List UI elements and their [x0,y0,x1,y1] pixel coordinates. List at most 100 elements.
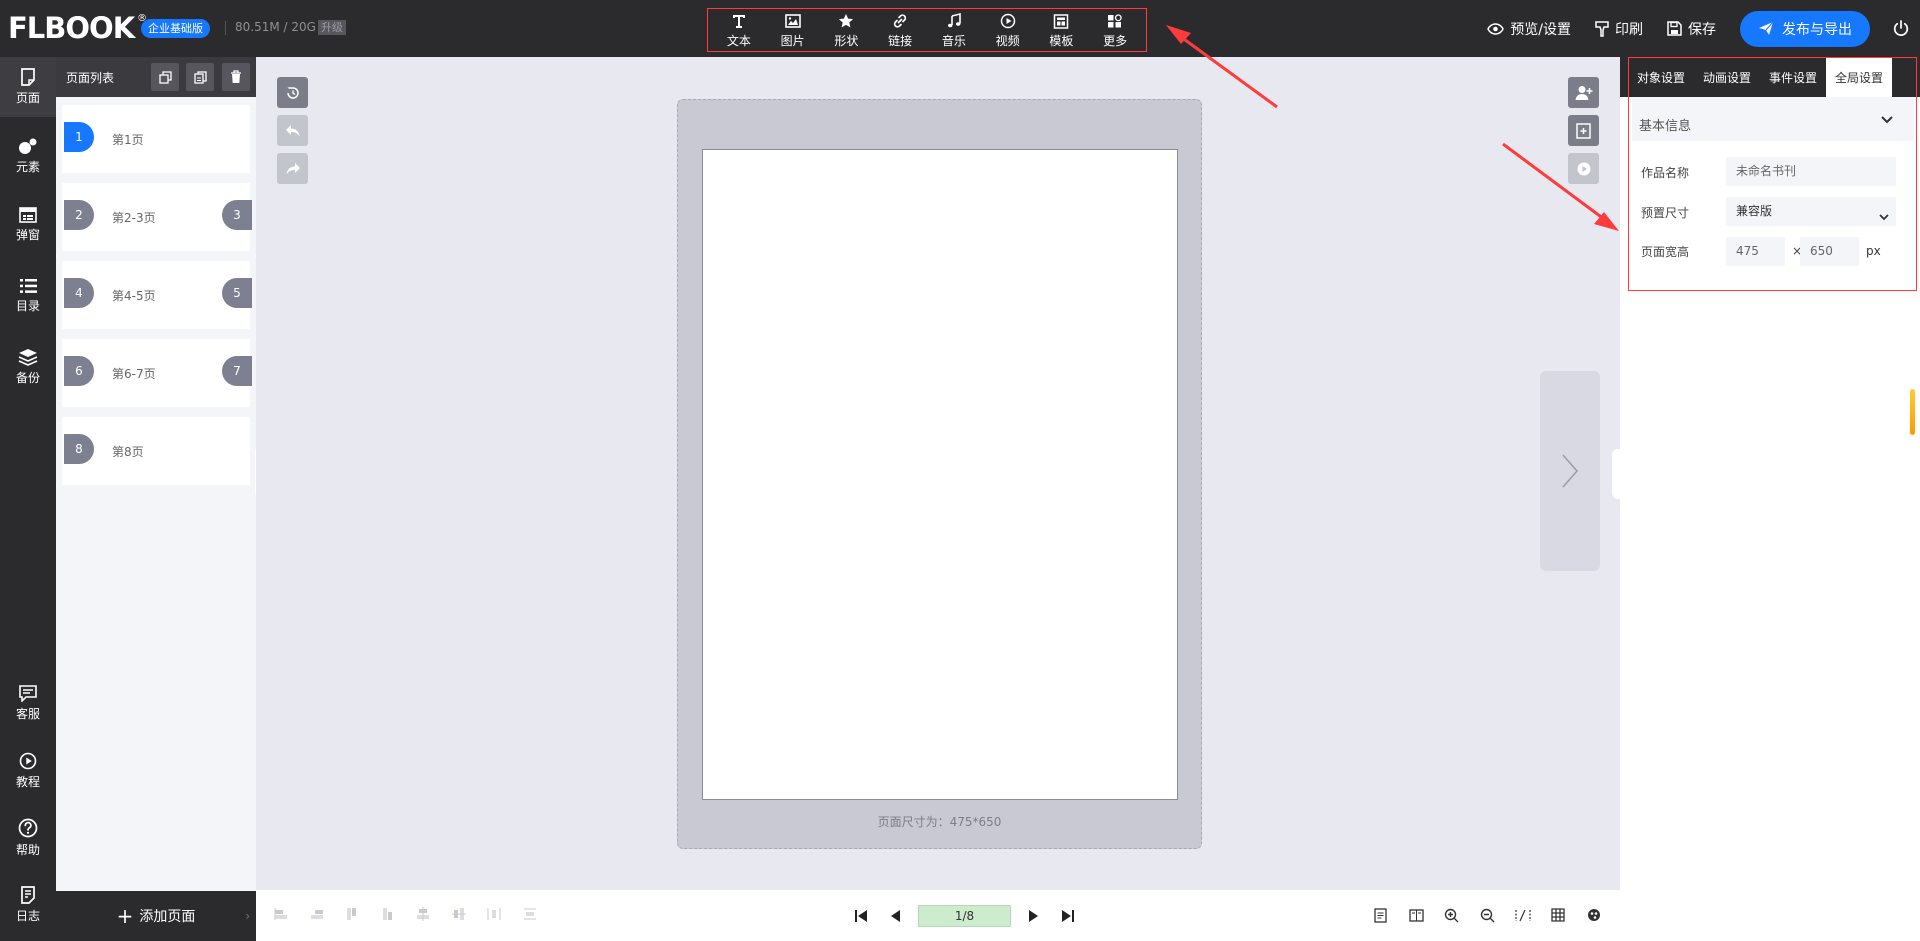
page-number-field[interactable]: 1/8 [918,905,1011,927]
tool-shape[interactable]: 形状 [820,11,872,49]
page-item[interactable]: 4 第4-5页 5 [62,261,252,329]
logo[interactable]: FLBOOK ® [8,10,147,46]
copy-icon [158,70,172,84]
sidebar-item-label: 日志 [15,909,40,923]
delete-page-button[interactable] [222,63,250,91]
add-collaborator-button[interactable] [1568,77,1599,108]
next-page-button[interactable] [1540,371,1600,571]
page-settings-button[interactable] [1568,115,1599,146]
last-page-button[interactable] [1057,906,1079,926]
first-page-button[interactable] [850,906,872,926]
popup-icon [19,207,37,223]
zoom-in-icon[interactable] [1443,907,1461,923]
print-icon [1595,20,1609,37]
sidebar-item-tutorial[interactable]: 教程 [0,741,56,801]
editable-page[interactable] [702,149,1178,800]
sidebar-item-log[interactable]: 日志 [0,875,56,935]
tab-object-settings[interactable]: 对象设置 [1628,57,1694,97]
log-icon [21,886,35,904]
chevron-right-icon [1562,454,1578,488]
tab-animation-settings[interactable]: 动画设置 [1694,57,1760,97]
history-button[interactable] [277,77,308,108]
save-button[interactable]: 保存 [1667,19,1716,39]
play-button[interactable] [1568,153,1599,184]
tool-label: 更多 [1103,34,1128,48]
sidebar-item-backup[interactable]: 备份 [0,337,56,397]
sidebar-item-help[interactable]: 帮助 [0,808,56,868]
next-page-nav-button[interactable] [1023,906,1045,926]
link-icon [892,11,908,31]
sidebar-item-toc[interactable]: 目录 [0,266,56,326]
align-bottom-icon[interactable] [381,907,399,923]
page-width-input[interactable]: 475 [1726,237,1785,266]
upgrade-button[interactable]: 升级 [318,20,346,35]
sidebar-item-pages[interactable]: 页面 [0,57,56,117]
send-icon [1759,21,1774,35]
publish-export-button[interactable]: 发布与导出 [1740,10,1870,47]
tool-link[interactable]: 链接 [874,11,926,49]
trash-icon [231,70,241,83]
prev-page-button[interactable] [884,906,906,926]
list-icon [19,279,37,293]
tool-music[interactable]: 音乐 [928,11,980,49]
duplicate-page-button[interactable] [186,63,214,91]
align-tools [274,907,558,923]
insert-toolbar: 文本 图片 形状 链接 音乐 视频 模板 更多 [707,8,1147,52]
redo-button[interactable] [277,153,308,184]
plus-icon: + [116,904,134,928]
scroll-indicator[interactable] [1910,389,1915,435]
theme-icon[interactable] [1585,907,1603,923]
page-height-input[interactable]: 650 [1800,237,1859,266]
page-number-badge: 2 [64,200,94,230]
logout-button[interactable] [1886,20,1916,37]
sidebar-item-popup[interactable]: 弹窗 [0,195,56,255]
page-item[interactable]: 8 第8页 [62,417,250,485]
print-button[interactable]: 印刷 [1595,19,1643,39]
page-item[interactable]: 6 第6-7页 7 [62,339,252,407]
undo-button[interactable] [277,115,308,146]
redo-icon [286,162,300,174]
grid-icon[interactable] [1549,907,1567,923]
page-label: 第8页 [112,445,144,459]
preset-size-select[interactable]: 兼容版 [1726,197,1896,226]
print-label: 印刷 [1615,21,1643,38]
ruler-icon[interactable] [1514,907,1532,923]
tab-event-settings[interactable]: 事件设置 [1760,57,1826,97]
align-center-v-icon[interactable] [451,907,470,923]
align-top-icon[interactable] [345,907,363,923]
page-label: 第6-7页 [112,367,156,381]
copy-page-button[interactable] [151,63,179,91]
distribute-h-icon[interactable] [487,907,505,923]
preview-settings-button[interactable]: 预览/设置 [1487,19,1571,39]
single-page-view-icon[interactable] [1372,907,1390,923]
storage-usage: 80.51M / 20G [235,20,316,34]
zoom-out-icon[interactable] [1478,907,1496,923]
tool-more[interactable]: 更多 [1089,11,1141,49]
tool-image[interactable]: 图片 [767,11,819,49]
page-number-badge: 4 [64,278,94,308]
chevron-down-icon [1878,204,1890,233]
align-center-h-icon[interactable] [416,907,434,923]
tab-global-settings[interactable]: 全局设置 [1826,57,1893,97]
chevron-down-icon[interactable] [1880,114,1894,128]
double-page-view-icon[interactable] [1407,907,1425,923]
bottom-toolbar: 1/8 [256,890,1620,941]
tool-template[interactable]: 模板 [1035,11,1087,49]
page-navigator: 1/8 [844,905,1085,927]
template-icon [1053,11,1069,31]
collapse-right-panel-handle[interactable] [1612,449,1620,499]
save-icon [1667,21,1682,36]
distribute-v-icon[interactable] [523,907,541,923]
add-page-button[interactable]: + 添加页面 › [56,891,256,941]
tool-video[interactable]: 视频 [982,11,1034,49]
work-name-input[interactable]: 未命名书刊 [1726,157,1896,186]
sidebar-item-support[interactable]: 客服 [0,673,56,733]
page-item[interactable]: 2 第2-3页 3 [62,183,252,251]
tool-text[interactable]: 文本 [713,11,765,49]
skip-first-icon [855,910,867,922]
save-label: 保存 [1688,21,1716,38]
align-left-icon[interactable] [274,907,292,923]
sidebar-item-elements[interactable]: 元素 [0,126,56,186]
page-item[interactable]: 1 第1页 [62,105,250,173]
align-right-icon[interactable] [310,907,328,923]
